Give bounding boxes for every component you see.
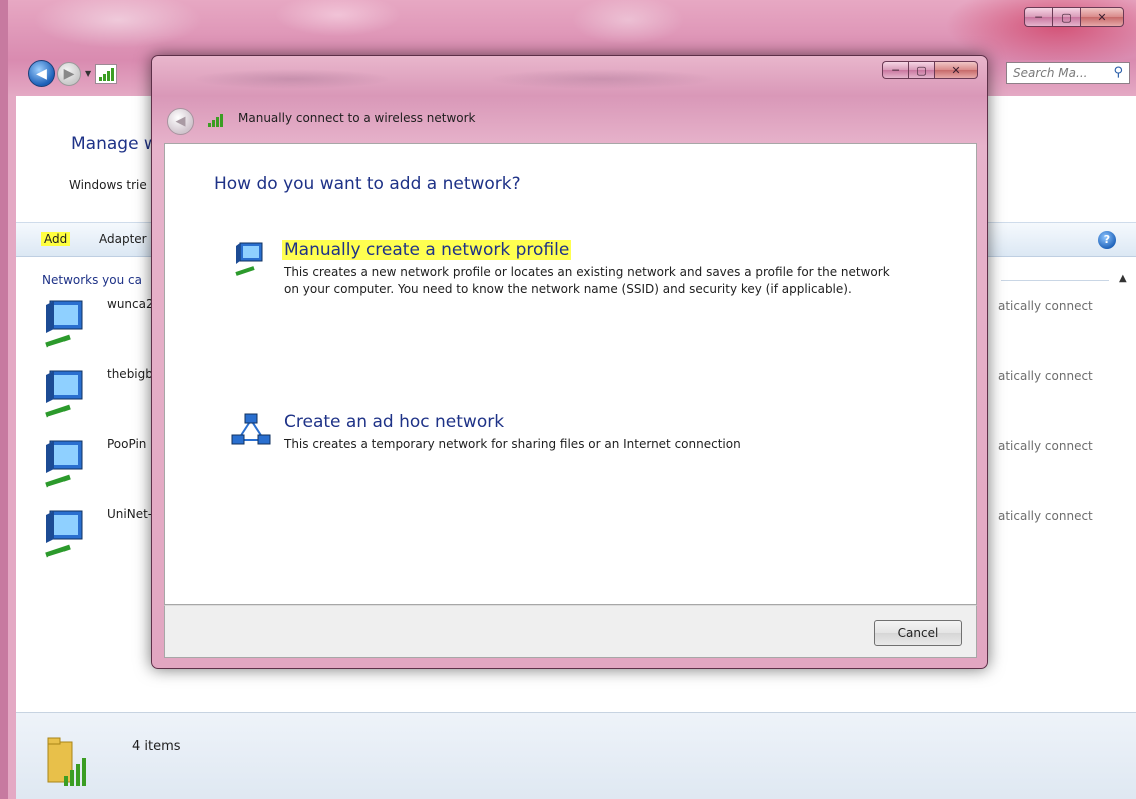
wireless-network-icon	[45, 300, 83, 348]
dialog-close-button[interactable]: ✕	[934, 61, 978, 79]
wireless-network-icon	[45, 370, 83, 418]
network-connection-type: atically connect	[998, 369, 1093, 383]
details-pane: 4 items	[16, 712, 1136, 799]
page-title: Manage w	[71, 134, 158, 154]
networks-group-header: Networks you ca	[42, 273, 142, 287]
wireless-network-icon	[235, 242, 263, 276]
forward-arrow-icon[interactable]: ▶	[57, 61, 81, 86]
option-manual-profile-title[interactable]: Manually create a network profile	[282, 240, 572, 260]
network-connection-type: atically connect	[998, 439, 1093, 453]
network-name: thebigb	[107, 367, 153, 381]
option-adhoc-network[interactable]: Create an ad hoc network This creates a …	[230, 412, 970, 462]
dialog-question: How do you want to add a network?	[214, 174, 521, 194]
adapter-properties-button[interactable]: Adapter	[99, 232, 147, 246]
option-adhoc-title[interactable]: Create an ad hoc network	[284, 412, 504, 432]
network-connection-type: atically connect	[998, 509, 1093, 523]
dialog-body: How do you want to add a network? Manual…	[164, 143, 977, 605]
manual-connect-dialog: ─ ▢ ✕ ◀ Manually connect to a wireless n…	[151, 55, 988, 669]
history-dropdown-icon[interactable]: ▼	[85, 69, 91, 78]
network-folder-icon	[47, 737, 86, 786]
help-icon[interactable]: ?	[1098, 231, 1116, 249]
dialog-caption-buttons: ─ ▢ ✕	[882, 61, 978, 79]
collapse-group-icon[interactable]: ▲	[1119, 273, 1127, 284]
signal-bars-icon	[95, 63, 118, 84]
minimize-button[interactable]: ─	[1024, 7, 1052, 27]
wireless-network-icon	[45, 440, 83, 488]
adhoc-network-icon	[231, 413, 271, 445]
window-caption-buttons: ─ ▢ ✕	[1024, 7, 1124, 27]
close-button[interactable]: ✕	[1080, 7, 1124, 27]
network-name: UniNet-	[107, 507, 153, 521]
aero-glass-blur	[172, 62, 852, 96]
option-adhoc-description: This creates a temporary network for sha…	[284, 437, 741, 451]
items-count: 4 items	[132, 739, 181, 754]
dialog-footer: Cancel	[164, 605, 977, 658]
option-manual-profile-description: This creates a new network profile or lo…	[284, 265, 890, 296]
back-arrow-icon[interactable]: ◀	[167, 108, 194, 135]
network-name: PooPin	[107, 437, 147, 451]
group-divider	[1001, 280, 1109, 281]
dialog-title: Manually connect to a wireless network	[238, 111, 476, 125]
dialog-maximize-button[interactable]: ▢	[908, 61, 934, 79]
search-input[interactable]: Search Ma... ⚲	[1006, 62, 1130, 84]
back-arrow-icon[interactable]: ◀	[28, 60, 55, 87]
add-button[interactable]: Add	[41, 232, 71, 246]
network-connection-type: atically connect	[998, 299, 1093, 313]
signal-bars-icon	[208, 111, 230, 127]
wireless-network-icon	[45, 510, 83, 558]
cancel-button[interactable]: Cancel	[874, 620, 962, 646]
page-description: Windows trie	[69, 178, 147, 192]
option-manual-profile[interactable]: Manually create a network profile This c…	[230, 240, 970, 320]
maximize-button[interactable]: ▢	[1052, 7, 1080, 27]
search-icon[interactable]: ⚲	[1113, 65, 1123, 80]
navigation-bar: ◀ ▶ ▼	[28, 60, 118, 87]
network-name: wunca2	[107, 297, 154, 311]
search-placeholder: Search Ma...	[1013, 66, 1088, 80]
dialog-minimize-button[interactable]: ─	[882, 61, 908, 79]
aero-glass-blur	[8, 0, 1136, 60]
